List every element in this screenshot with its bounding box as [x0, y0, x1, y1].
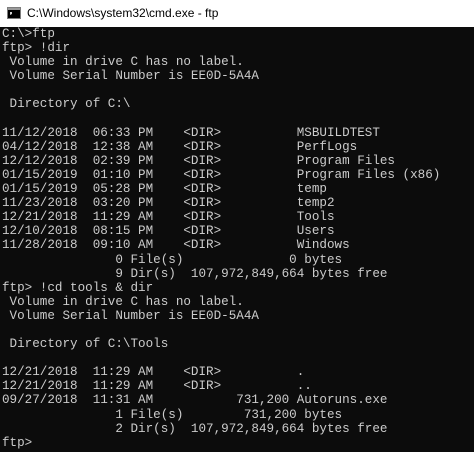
console-line: 12/10/2018 08:15 PM <DIR> Users	[2, 224, 335, 239]
console-line: 12/12/2018 02:39 PM <DIR> Program Files	[2, 153, 395, 168]
console-line: 12/21/2018 11:29 AM <DIR> Tools	[2, 210, 335, 225]
console-prompt[interactable]: ftp>	[2, 436, 474, 450]
console-text: C:\>ftp ftp> !dir Volume in drive C has n…	[0, 27, 474, 450]
console-line: 04/12/2018 12:38 AM <DIR> PerfLogs	[2, 139, 358, 154]
cmd-window: C:\Windows\system32\cmd.exe - ftp C:\>ft…	[0, 0, 474, 452]
console-line: 11/23/2018 03:20 PM <DIR> temp2	[2, 196, 335, 211]
console-line: 9 Dir(s) 107,972,849,664 bytes free	[2, 266, 388, 281]
console-line: 01/15/2019 01:10 PM <DIR> Program Files …	[2, 167, 441, 182]
console-line: ftp> !dir	[2, 41, 71, 56]
console-line: 1 File(s) 731,200 bytes	[2, 407, 343, 422]
console-line: ftp> !cd tools & dir	[2, 280, 154, 295]
console-line: Volume Serial Number is EE0D-5A4A	[2, 69, 259, 84]
console-line: Volume Serial Number is EE0D-5A4A	[2, 308, 259, 323]
console-line: Directory of C:\	[2, 97, 131, 112]
console-line: Directory of C:\Tools	[2, 337, 169, 352]
window-title: C:\Windows\system32\cmd.exe - ftp	[27, 6, 219, 20]
console-line: C:\>ftp	[2, 27, 55, 41]
console-line: 11/28/2018 09:10 AM <DIR> Windows	[2, 238, 350, 253]
console-line: 2 Dir(s) 107,972,849,664 bytes free	[2, 421, 388, 436]
console-line: 12/21/2018 11:29 AM <DIR> .	[2, 365, 305, 380]
cmd-icon[interactable]	[7, 7, 21, 19]
console-line: 11/12/2018 06:33 PM <DIR> MSBUILDTEST	[2, 125, 380, 140]
console-line: Volume in drive C has no label.	[2, 294, 244, 309]
console-line: 12/21/2018 11:29 AM <DIR> ..	[2, 379, 312, 394]
console-output[interactable]: C:\>ftp ftp> !dir Volume in drive C has n…	[0, 27, 474, 452]
console-line: 09/27/2018 11:31 AM 731,200 Autoruns.exe	[2, 393, 388, 408]
console-line: 01/15/2019 05:28 PM <DIR> temp	[2, 182, 327, 197]
title-bar[interactable]: C:\Windows\system32\cmd.exe - ftp	[0, 0, 474, 27]
console-line: Volume in drive C has no label.	[2, 55, 244, 70]
console-line: 0 File(s) 0 bytes	[2, 252, 343, 267]
